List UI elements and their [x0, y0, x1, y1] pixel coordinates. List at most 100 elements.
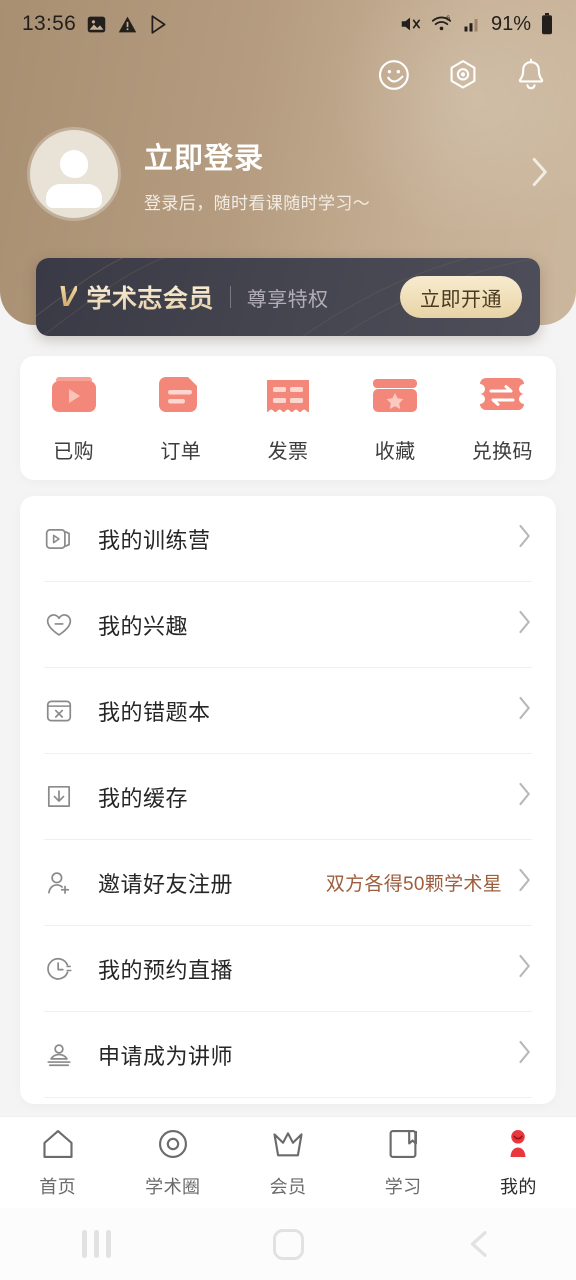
tab-academic-circle[interactable]: 学术圈 — [121, 1127, 225, 1199]
menu-item-label: 我的预约直播 — [98, 957, 234, 983]
chevron-right-icon — [516, 867, 532, 898]
circle-target-icon — [155, 1127, 191, 1166]
hexagon-icon[interactable] — [444, 56, 482, 94]
vip-subtitle: 尊享特权 — [246, 288, 329, 311]
quick-actions-card: 已购 订单 发票 收藏 兑换码 — [20, 356, 556, 480]
video-camp-icon — [44, 524, 88, 554]
quick-action-invoice[interactable]: 发票 — [245, 372, 331, 464]
heart-icon — [44, 610, 88, 640]
menu-item-invite-friends[interactable]: 邀请好友注册 双方各得50颗学术星 — [44, 840, 532, 926]
chevron-right-icon — [516, 523, 532, 554]
menu-item-wrong-questions[interactable]: 我的错题本 — [44, 668, 532, 754]
menu-item-label: 我的错题本 — [98, 699, 211, 725]
status-bar: 13:56 6 91% — [0, 0, 576, 48]
menu-item-interests[interactable]: 我的兴趣 — [44, 582, 532, 668]
avatar-body — [46, 184, 102, 208]
home-square — [272, 1228, 304, 1260]
recents-bars — [81, 1230, 111, 1258]
vip-banner[interactable]: V 学术志会员 尊享特权 立即开通 — [36, 258, 540, 336]
profile-person-icon — [500, 1127, 536, 1166]
vip-divider — [229, 286, 231, 308]
quick-action-label: 发票 — [267, 441, 309, 463]
login-title: 立即登录 — [144, 142, 265, 175]
svg-text:6: 6 — [446, 13, 450, 22]
crown-icon — [270, 1127, 306, 1166]
tab-label: 会员 — [269, 1176, 307, 1197]
avatar — [30, 130, 118, 218]
tab-label: 学术圈 — [145, 1176, 201, 1197]
smiley-icon[interactable] — [376, 56, 414, 94]
quick-action-label: 订单 — [160, 441, 202, 463]
menu-list-card: 我的训练营 我的兴趣 我的错题本 我的缓存 邀请好友注册 双方各得50颗学术星 … — [20, 496, 556, 1104]
android-nav-bar — [0, 1208, 576, 1280]
login-row[interactable]: 立即登录 登录后，随时看课随时学习～ — [30, 126, 554, 222]
user-add-icon — [44, 868, 88, 898]
book-icon — [385, 1127, 421, 1166]
invite-reward-note: 双方各得50颗学术星 — [325, 874, 502, 895]
chevron-right-icon — [516, 1039, 532, 1070]
wrong-question-book-icon — [44, 696, 88, 726]
quick-action-label: 兑换码 — [471, 441, 533, 463]
menu-item-label: 我的兴趣 — [98, 613, 189, 639]
menu-item-label: 我的缓存 — [98, 785, 189, 811]
menu-item-training-camp[interactable]: 我的训练营 — [44, 496, 532, 582]
menu-item-booked-live[interactable]: 我的预约直播 — [44, 926, 532, 1012]
signal-icon — [462, 14, 482, 34]
menu-item-label: 申请成为讲师 — [98, 1043, 234, 1069]
tab-profile[interactable]: 我的 — [466, 1127, 570, 1199]
back-chevron-icon[interactable] — [425, 1208, 535, 1280]
login-subtitle: 登录后，随时看课随时学习～ — [144, 193, 371, 213]
purchased-video-icon — [47, 372, 101, 422]
tab-study[interactable]: 学习 — [351, 1127, 455, 1199]
home-circle-icon[interactable] — [233, 1208, 343, 1280]
tab-label: 首页 — [39, 1176, 76, 1197]
menu-item-cache[interactable]: 我的缓存 — [44, 754, 532, 840]
redeem-code-icon — [475, 372, 529, 422]
chevron-right-icon — [516, 781, 532, 812]
quick-action-label: 收藏 — [374, 441, 416, 463]
mute-icon — [399, 13, 421, 35]
favorite-star-icon — [368, 372, 422, 422]
status-bar-left: 13:56 — [22, 12, 169, 36]
menu-item-label: 我的训练营 — [98, 527, 211, 553]
quick-action-favorites[interactable]: 收藏 — [352, 372, 438, 464]
header-action-icons — [376, 56, 550, 94]
quick-action-redeem[interactable]: 兑换码 — [459, 372, 545, 464]
clock-live-icon — [44, 954, 88, 984]
quick-action-label: 已购 — [53, 441, 94, 463]
invoice-ticket-icon — [261, 372, 315, 422]
warning-icon — [117, 14, 138, 35]
home-icon — [40, 1127, 76, 1166]
play-store-icon — [148, 14, 169, 35]
bell-icon[interactable] — [512, 56, 550, 94]
vip-activate-button[interactable]: 立即开通 — [400, 276, 522, 318]
tab-membership[interactable]: 会员 — [236, 1127, 340, 1199]
recents-icon[interactable] — [41, 1208, 151, 1280]
login-text: 立即登录 登录后，随时看课随时学习～ — [144, 135, 528, 214]
tab-label: 学习 — [384, 1176, 422, 1197]
status-bar-right: 6 91% — [399, 13, 554, 36]
phone-screen: 13:56 6 91% 立即登录 登录后，随时看课随时学习～ V 学术志会员 尊… — [0, 0, 576, 1280]
menu-item-label: 邀请好友注册 — [98, 871, 234, 897]
battery-percent: 91% — [490, 12, 531, 35]
chevron-right-icon — [516, 609, 532, 640]
download-cache-icon — [44, 782, 88, 812]
image-icon — [86, 14, 107, 35]
chevron-right-icon — [516, 953, 532, 984]
vip-title: 学术志会员 — [86, 279, 214, 315]
tab-home[interactable]: 首页 — [6, 1127, 110, 1199]
menu-item-become-lecturer[interactable]: 申请成为讲师 — [44, 1012, 532, 1098]
vip-logo: V — [58, 280, 78, 313]
chevron-right-icon — [528, 155, 554, 194]
quick-action-orders[interactable]: 订单 — [138, 372, 224, 464]
status-time: 13:56 — [22, 12, 77, 35]
lecturer-icon — [44, 1040, 88, 1070]
order-doc-icon — [154, 372, 208, 422]
chevron-right-icon — [516, 695, 532, 726]
battery-icon — [540, 13, 554, 35]
bottom-tab-bar: 首页 学术圈 会员 学习 我的 — [0, 1116, 576, 1208]
vip-label-group: V 学术志会员 尊享特权 — [58, 279, 328, 315]
tab-label: 我的 — [499, 1176, 537, 1197]
wifi-icon: 6 — [430, 13, 453, 35]
quick-action-purchased[interactable]: 已购 — [31, 372, 117, 464]
